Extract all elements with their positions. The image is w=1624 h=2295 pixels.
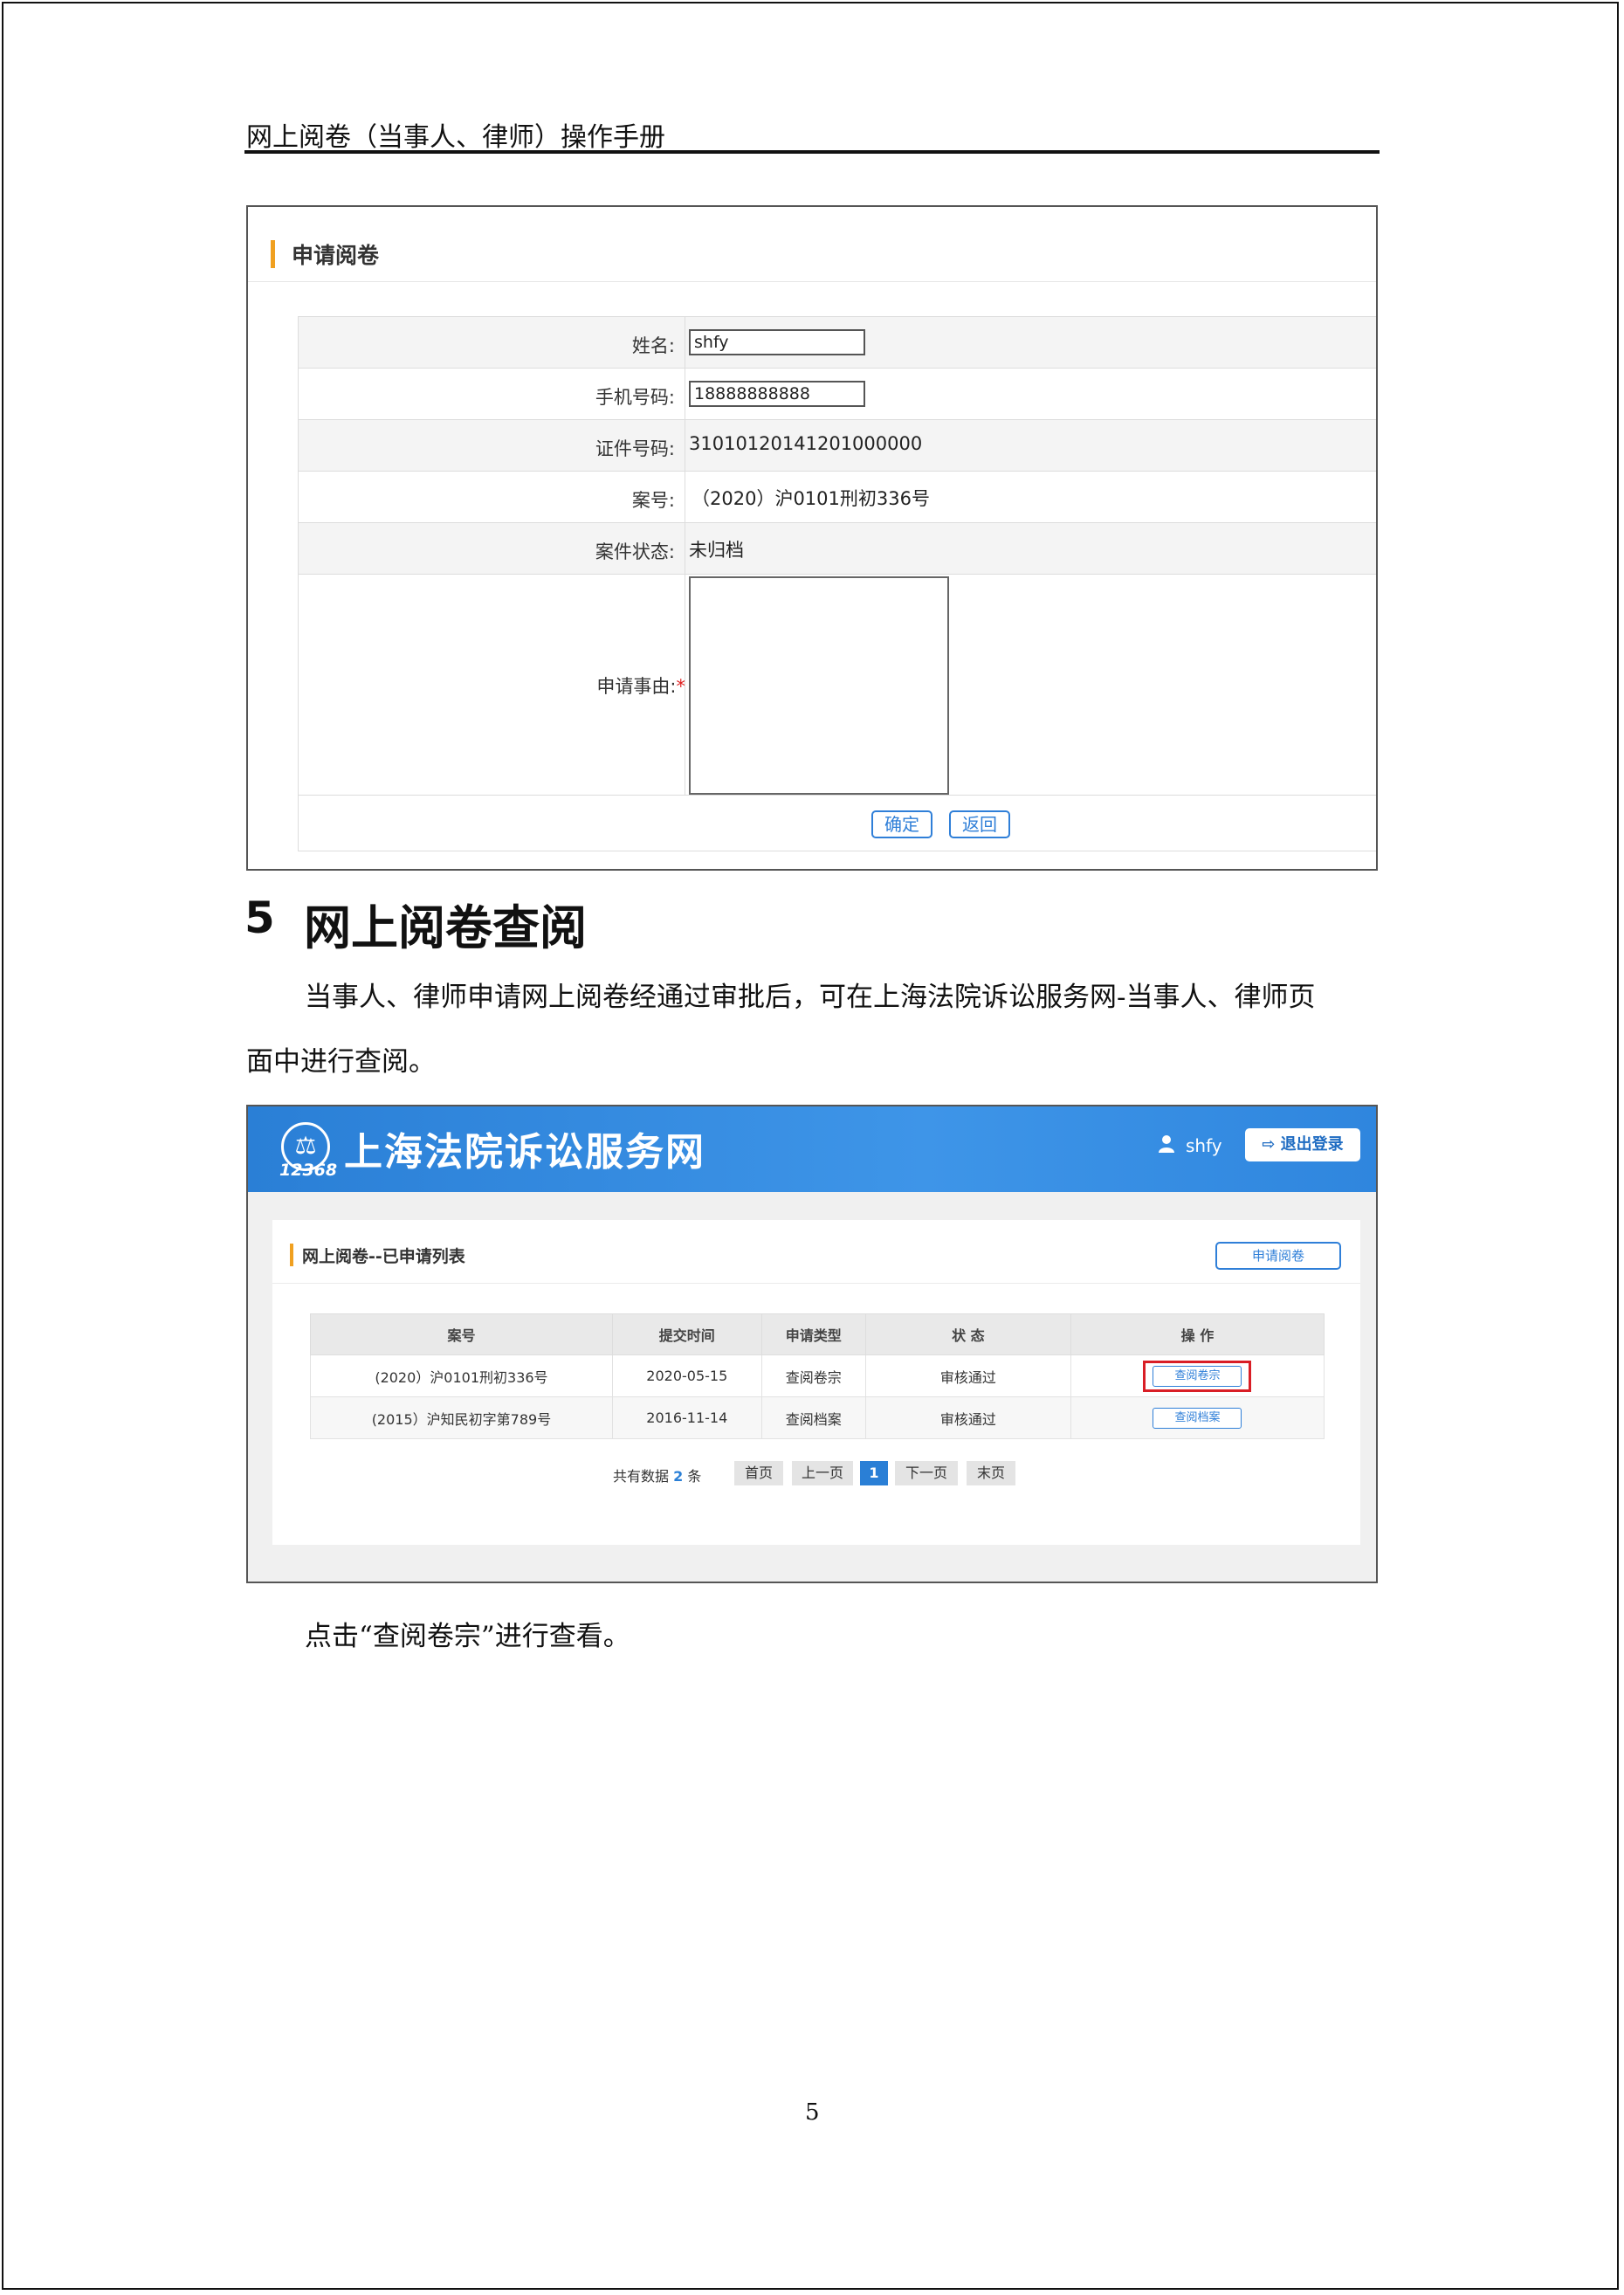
time-cell: 2016-11-14 [611,1396,762,1439]
paragraph-line-2: 面中进行查阅。 [246,1046,436,1078]
applied-table: 案号 提交时间 申请类型 状 态 操 作 (2020）沪0101刑初336号 2… [310,1313,1325,1439]
case-no-cell: (2020）沪0101刑初336号 [310,1354,613,1397]
type-cell: 查阅卷宗 [760,1354,866,1397]
section-number: 5 [244,892,275,943]
site-brand: 上海法院诉讼服务网 [344,1130,705,1175]
panel-title: 申请阅卷 [292,243,380,268]
logout-button[interactable]: ⇨ 退出登录 [1245,1128,1360,1161]
col-status: 状 态 [864,1313,1071,1355]
case-label: 案号: [631,490,675,511]
applied-list-screenshot: ⚖ 12368 上海法院诉讼服务网 shfy ⇨ 退出登录 网上阅卷--已申请列… [246,1105,1378,1583]
case-no-cell: (2015）沪知民初字第789号 [310,1396,613,1439]
action-cell: 查阅卷宗 [1070,1354,1325,1397]
col-action: 操 作 [1070,1313,1325,1355]
col-apply-type: 申请类型 [760,1313,866,1355]
reason-textarea[interactable] [689,576,949,795]
page-number: 5 [805,2099,820,2126]
table-header-row: 案号 提交时间 申请类型 状 态 操 作 [310,1313,1325,1355]
reason-label: 申请事由:* [596,676,685,697]
panel-title: 网上阅卷--已申请列表 [302,1247,465,1266]
form-row-reason: 申请事由:* [298,575,1376,796]
id-value: 310101201412010000​00 [689,433,923,454]
status-cell: 审核通过 [864,1396,1071,1439]
title-accent-bar [271,240,275,268]
type-cell: 查阅档案 [760,1396,866,1439]
form-table: 姓名: shfy 手机号码: 18888888888 证件号码: 3101012… [298,316,1376,851]
paragraph-click-hint: 点击“查阅卷宗”进行查看。 [305,1621,630,1652]
table-row: (2015）沪知民初字第789号 2016-11-14 查阅档案 审核通过 查阅… [310,1396,1325,1439]
next-page-button[interactable]: 下一页 [895,1461,958,1485]
confirm-button[interactable]: 确定 [871,810,932,838]
total-count: 共有数据 2 条 [613,1468,702,1485]
name-label: 姓名: [631,335,675,356]
status-value: 未归档 [689,540,744,561]
page-1-button[interactable]: 1 [860,1461,888,1485]
apply-form-screenshot: 申请阅卷 姓名: shfy 手机号码: 18888888888 证件号码: 31… [246,205,1378,871]
title-accent-bar [290,1244,293,1266]
back-button[interactable]: 返回 [949,810,1010,838]
apply-read-button[interactable]: 申请阅卷 [1215,1242,1341,1270]
action-cell: 查阅档案 [1070,1396,1325,1439]
view-dossier-button[interactable]: 查阅卷宗 [1153,1365,1242,1387]
last-page-button[interactable]: 末页 [967,1461,1015,1485]
table-row: (2020）沪0101刑初336号 2020-05-15 查阅卷宗 审核通过 查… [310,1354,1325,1397]
form-row-name: 姓名: shfy [298,317,1376,369]
header-rule [244,150,1380,154]
form-row-phone: 手机号码: 18888888888 [298,369,1376,420]
divider [272,1283,1360,1284]
col-submit-time: 提交时间 [611,1313,762,1355]
user-name: shfy [1186,1135,1222,1156]
running-header: 网上阅卷（当事人、律师）操作手册 [246,122,665,153]
id-label: 证件号码: [595,438,675,459]
prev-page-button[interactable]: 上一页 [792,1461,853,1485]
name-input[interactable]: shfy [689,329,865,355]
view-archive-button[interactable]: 查阅档案 [1153,1407,1242,1429]
form-row-id: 证件号码: 310101201412010000​00 [298,420,1376,472]
divider [248,281,1376,282]
section-title: 网上阅卷查阅 [304,900,587,955]
form-row-actions: 确定 返回 [298,796,1376,851]
first-page-button[interactable]: 首页 [734,1461,783,1485]
list-panel: 网上阅卷--已申请列表 申请阅卷 案号 提交时间 申请类型 状 态 操 作 (2… [272,1220,1360,1545]
col-case-no: 案号 [310,1313,613,1355]
time-cell: 2020-05-15 [611,1354,762,1397]
user-icon [1158,1134,1175,1159]
status-cell: 审核通过 [864,1354,1071,1397]
phone-label: 手机号码: [595,387,675,408]
status-label: 案件状态: [595,541,675,562]
highlight-box: 查阅卷宗 [1143,1360,1252,1392]
form-row-status: 案件状态: 未归档 [298,523,1376,575]
case-value: （2020）沪0101刑初336号 [692,488,930,509]
logout-icon: ⇨ [1262,1135,1281,1154]
form-row-case: 案号: （2020）沪0101刑初336号 [298,472,1376,523]
phone-input[interactable]: 18888888888 [689,381,865,407]
paragraph-line-1: 当事人、律师申请网上阅卷经通过审批后，可在上海法院诉讼服务网-当事人、律师页 [305,982,1316,1013]
site-banner: ⚖ 12368 上海法院诉讼服务网 shfy ⇨ 退出登录 [248,1106,1376,1192]
logo-number: 12368 [279,1161,338,1180]
